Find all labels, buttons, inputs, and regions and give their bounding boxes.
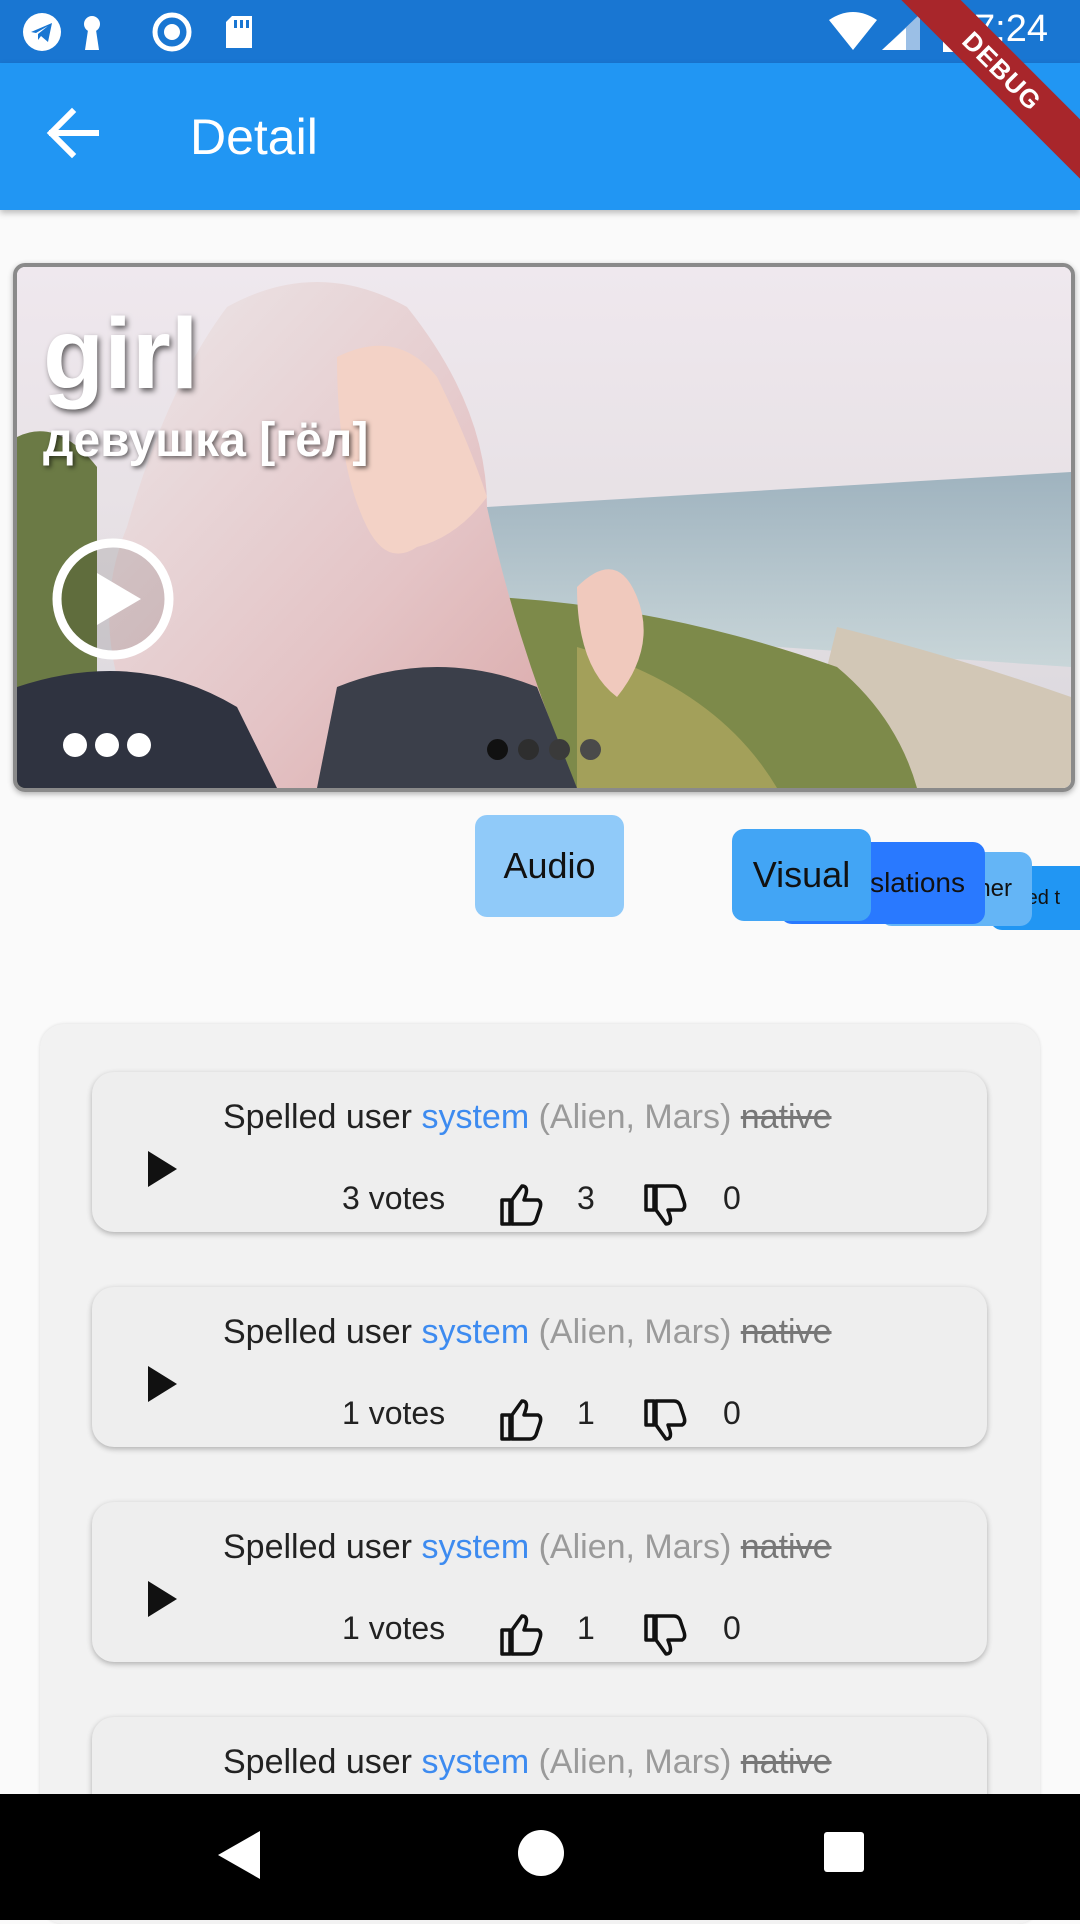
- author-link[interactable]: system: [421, 1743, 529, 1781]
- word-translation: девушка [гёл]: [43, 414, 369, 467]
- downvote-count: 0: [723, 1610, 741, 1646]
- thumb-down-icon[interactable]: [642, 1612, 690, 1660]
- play-icon[interactable]: [144, 1363, 180, 1405]
- nav-home-icon[interactable]: [518, 1830, 564, 1876]
- entry-author-line: Spelled user system (Alien, Mars) native: [223, 1743, 832, 1781]
- thumb-down-icon[interactable]: [642, 1182, 690, 1230]
- author-link[interactable]: system: [421, 1098, 529, 1136]
- vote-count: 3 votes: [342, 1180, 446, 1216]
- chip-audio[interactable]: Audio: [475, 815, 624, 917]
- vote-count: 1 votes: [342, 1395, 446, 1431]
- entry-author-line: Spelled user system (Alien, Mars) native: [223, 1313, 832, 1351]
- entry-author-line: Spelled user system (Alien, Mars) native: [223, 1098, 832, 1136]
- author-link[interactable]: system: [421, 1313, 529, 1351]
- record-icon: [152, 12, 192, 52]
- app-bar: Detail: [0, 63, 1080, 210]
- upvote-count: 1: [577, 1610, 595, 1646]
- keyhole-icon: [84, 16, 100, 50]
- system-nav-bar: [0, 1794, 1080, 1920]
- signal-icon: [882, 14, 920, 50]
- thumb-down-icon[interactable]: [642, 1397, 690, 1445]
- more-options-dots[interactable]: [63, 733, 159, 762]
- list-item: Spelled user system (Alien, Mars) native…: [92, 1287, 987, 1447]
- word-title: girl: [43, 298, 199, 410]
- upvote-count: 3: [577, 1180, 595, 1216]
- nav-recents-icon[interactable]: [824, 1832, 864, 1872]
- downvote-count: 0: [723, 1180, 741, 1216]
- wifi-icon: [829, 12, 877, 50]
- play-circle-icon[interactable]: [51, 537, 175, 661]
- downvote-count: 0: [723, 1395, 741, 1431]
- page-indicator: [487, 739, 611, 765]
- author-link[interactable]: system: [421, 1528, 529, 1566]
- telegram-icon: [23, 13, 61, 51]
- page-title: Detail: [190, 109, 318, 165]
- sd-card-icon: [226, 16, 252, 48]
- thumb-up-icon[interactable]: [498, 1395, 546, 1443]
- list-item: Spelled user system (Alien, Mars) native…: [92, 1072, 987, 1232]
- vote-count: 1 votes: [342, 1610, 446, 1646]
- thumb-up-icon[interactable]: [498, 1180, 546, 1228]
- back-arrow-icon[interactable]: [38, 98, 108, 168]
- word-image-card[interactable]: girl девушка [гёл]: [13, 263, 1075, 792]
- entry-author-line: Spelled user system (Alien, Mars) native: [223, 1528, 832, 1566]
- play-icon[interactable]: [144, 1148, 180, 1190]
- play-icon[interactable]: [144, 1578, 180, 1620]
- chip-visual[interactable]: Visual: [732, 829, 871, 921]
- list-item: Spelled user system (Alien, Mars) native…: [92, 1502, 987, 1662]
- upvote-count: 1: [577, 1395, 595, 1431]
- nav-back-icon[interactable]: [214, 1827, 264, 1883]
- thumb-up-icon[interactable]: [498, 1610, 546, 1658]
